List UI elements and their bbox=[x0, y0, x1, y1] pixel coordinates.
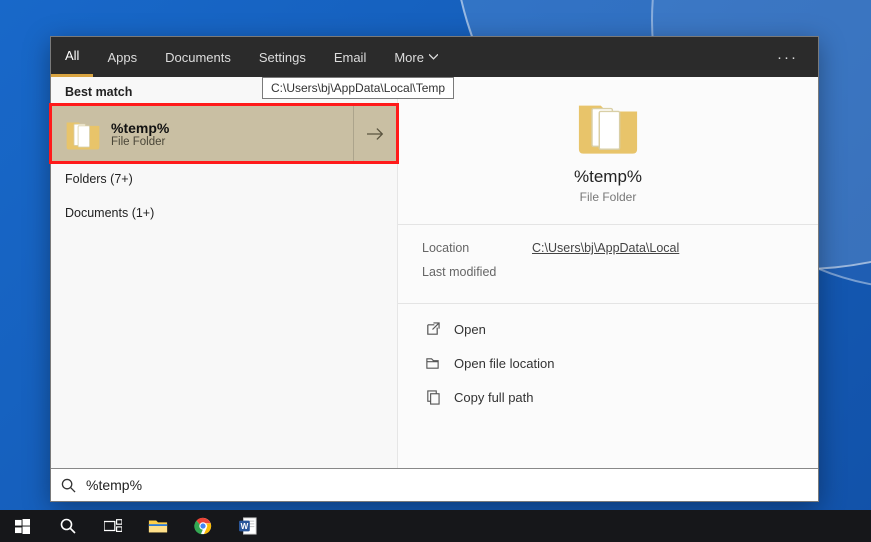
word-icon: W bbox=[239, 517, 257, 535]
preview-subtitle: File Folder bbox=[398, 190, 818, 204]
tab-email[interactable]: Email bbox=[320, 37, 381, 77]
result-subtitle: File Folder bbox=[111, 136, 353, 148]
category-documents[interactable]: Documents (1+) bbox=[51, 196, 397, 230]
action-open-location-label: Open file location bbox=[454, 356, 554, 371]
taskbar-search[interactable] bbox=[45, 510, 90, 542]
result-texts: %temp% File Folder bbox=[111, 120, 353, 148]
start-search-window: All Apps Documents Settings Email More ·… bbox=[50, 36, 819, 502]
best-match-result[interactable]: %temp% File Folder bbox=[51, 105, 397, 162]
action-open-location[interactable]: Open file location bbox=[408, 346, 808, 380]
search-body: Best match %temp% File Folder bbox=[51, 77, 818, 468]
action-open[interactable]: Open bbox=[408, 312, 808, 346]
folder-icon bbox=[576, 97, 640, 155]
preview-actions: Open Open file location Copy full path bbox=[398, 304, 818, 422]
task-view[interactable] bbox=[90, 510, 135, 542]
category-folders[interactable]: Folders (7+) bbox=[51, 162, 397, 196]
search-tabs: All Apps Documents Settings Email More ·… bbox=[51, 37, 818, 77]
location-label: Location bbox=[422, 241, 532, 255]
preview-panel: %temp% File Folder Location C:\Users\bj\… bbox=[398, 77, 818, 468]
search-icon bbox=[61, 478, 76, 493]
action-open-label: Open bbox=[454, 322, 486, 337]
chevron-down-icon bbox=[429, 54, 438, 60]
action-copy-path-label: Copy full path bbox=[454, 390, 534, 405]
word[interactable]: W bbox=[225, 510, 270, 542]
preview-title: %temp% bbox=[398, 167, 818, 187]
copy-icon bbox=[422, 387, 442, 407]
tab-documents[interactable]: Documents bbox=[151, 37, 245, 77]
chrome-icon bbox=[194, 517, 212, 535]
file-explorer[interactable] bbox=[135, 510, 180, 542]
modified-label: Last modified bbox=[422, 265, 532, 279]
tab-settings[interactable]: Settings bbox=[245, 37, 320, 77]
path-tooltip: C:\Users\bj\AppData\Local\Temp bbox=[262, 77, 454, 99]
tab-more-label: More bbox=[394, 50, 424, 65]
result-title: %temp% bbox=[111, 120, 353, 136]
arrow-right-icon bbox=[367, 127, 385, 141]
tabs-more-options[interactable]: ··· bbox=[763, 49, 812, 66]
windows-icon bbox=[15, 519, 30, 534]
folder-open-icon bbox=[422, 353, 442, 373]
taskbar: W bbox=[0, 510, 871, 542]
search-bar[interactable] bbox=[51, 468, 818, 501]
file-explorer-icon bbox=[148, 518, 168, 534]
search-icon bbox=[60, 518, 76, 534]
preview-metadata: Location C:\Users\bj\AppData\Local Last … bbox=[398, 225, 818, 303]
results-column: Best match %temp% File Folder bbox=[51, 77, 398, 468]
location-link[interactable]: C:\Users\bj\AppData\Local bbox=[532, 241, 679, 255]
task-view-icon bbox=[104, 519, 122, 533]
open-icon bbox=[422, 319, 442, 339]
start-button[interactable] bbox=[0, 510, 45, 542]
chrome[interactable] bbox=[180, 510, 225, 542]
folder-icon bbox=[63, 114, 103, 154]
result-expand-arrow[interactable] bbox=[353, 105, 397, 162]
preview-header: %temp% File Folder bbox=[398, 77, 818, 224]
tab-all[interactable]: All bbox=[51, 37, 93, 77]
action-copy-path[interactable]: Copy full path bbox=[408, 380, 808, 414]
tab-more[interactable]: More bbox=[380, 37, 452, 77]
tab-apps[interactable]: Apps bbox=[93, 37, 151, 77]
svg-text:W: W bbox=[240, 522, 248, 531]
search-input[interactable] bbox=[86, 477, 808, 493]
